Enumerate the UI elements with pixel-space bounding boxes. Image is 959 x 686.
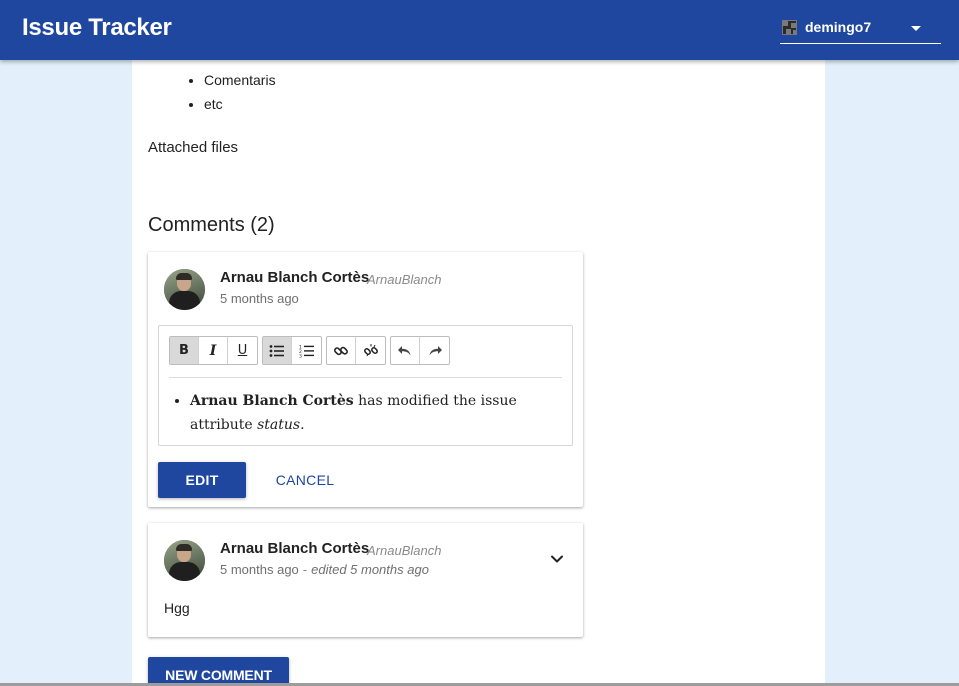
issue-detail-sheet: Comentaris etc Attached files Comments (…: [132, 60, 825, 686]
history-button-group: [390, 336, 450, 365]
list-item: etc: [204, 92, 276, 116]
comment-body: Hgg: [164, 600, 190, 616]
editor-italic-text: status: [257, 417, 301, 433]
undo-icon[interactable]: [391, 337, 420, 364]
comment-card: Arnau Blanch Cortès ArnauBlanch 5 months…: [148, 523, 583, 637]
timestamp-separator: -: [302, 562, 308, 577]
attached-files-label: Attached files: [148, 139, 239, 156]
list-button-group: 123: [262, 336, 322, 365]
bulleted-list-icon[interactable]: [263, 337, 292, 364]
comment-editor[interactable]: B I U 123 • Arnau Blanch Cortès has modi…: [158, 325, 573, 446]
redo-icon[interactable]: [420, 337, 449, 364]
comment-timestamp: 5 months ago: [220, 291, 299, 306]
italic-button[interactable]: I: [199, 337, 228, 364]
author-avatar: [164, 269, 205, 310]
toolbar-divider: [169, 377, 562, 378]
editor-bold-text: Arnau Blanch Cortès: [190, 393, 354, 409]
editor-content[interactable]: Arnau Blanch Cortès has modified the iss…: [190, 389, 560, 437]
link-icon[interactable]: [327, 337, 356, 364]
user-avatar: [782, 20, 797, 35]
svg-text:3: 3: [299, 353, 302, 358]
list-item: Comentaris: [204, 68, 276, 92]
editor-end-text: .: [300, 417, 305, 433]
user-menu-dropdown[interactable]: demingo7: [780, 16, 941, 44]
cancel-button[interactable]: CANCEL: [266, 462, 344, 498]
app-bar: Issue Tracker demingo7: [0, 0, 959, 60]
link-button-group: [326, 336, 386, 365]
comment-author[interactable]: Arnau Blanch Cortès: [220, 269, 369, 286]
bold-button[interactable]: B: [170, 337, 199, 364]
caret-down-icon: [911, 26, 921, 31]
chevron-down-icon[interactable]: [549, 551, 565, 567]
editor-list-item: Arnau Blanch Cortès has modified the iss…: [190, 389, 560, 437]
comment-card: Arnau Blanch Cortès ArnauBlanch 5 months…: [148, 252, 583, 507]
edit-button[interactable]: EDIT: [158, 462, 246, 498]
comments-heading: Comments (2): [148, 214, 275, 236]
comment-username: ArnauBlanch: [367, 272, 442, 287]
underline-button[interactable]: U: [228, 337, 257, 364]
comment-timestamp: 5 months ago - edited 5 months ago: [220, 562, 429, 577]
comment-time: 5 months ago: [220, 562, 299, 577]
issue-description-list: Comentaris etc: [204, 68, 276, 116]
comment-username: ArnauBlanch: [367, 543, 442, 558]
new-comment-button[interactable]: NEW COMMENT: [148, 657, 289, 686]
edited-label: edited 5 months ago: [311, 562, 429, 577]
user-name: demingo7: [805, 19, 872, 35]
comment-author[interactable]: Arnau Blanch Cortès: [220, 540, 369, 557]
unlink-icon[interactable]: [356, 337, 385, 364]
app-title[interactable]: Issue Tracker: [22, 14, 172, 42]
numbered-list-icon[interactable]: 123: [292, 337, 321, 364]
author-avatar: [164, 540, 205, 581]
format-button-group: B I U: [169, 336, 258, 365]
